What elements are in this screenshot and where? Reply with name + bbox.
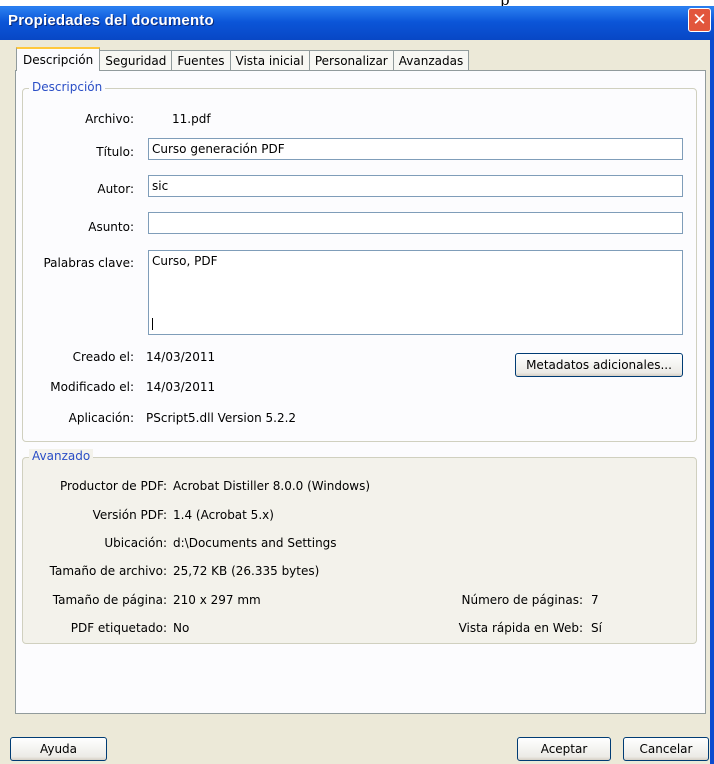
tab-avanzadas[interactable]: Avanzadas <box>392 50 470 71</box>
close-button[interactable]: ✕ <box>688 8 711 32</box>
aplicacion-value: PScript5.dll Version 5.2.2 <box>146 411 297 425</box>
tab-fuentes[interactable]: Fuentes <box>171 50 231 71</box>
aceptar-button[interactable]: Aceptar <box>517 737 611 761</box>
close-icon: ✕ <box>692 10 707 30</box>
titulo-label: Título: <box>96 145 134 159</box>
tamano-pagina-label: Tamaño de página: <box>52 593 167 607</box>
background-window-sliver: p <box>0 0 714 6</box>
ayuda-button[interactable]: Ayuda <box>10 737 107 761</box>
modificado-value: 14/03/2011 <box>146 380 216 394</box>
ubicacion-label: Ubicación: <box>104 536 167 550</box>
ubicacion-value: d:\Documents and Settings <box>173 536 337 550</box>
asunto-label: Asunto: <box>88 220 134 234</box>
avanzado-legend: Avanzado <box>29 449 94 463</box>
vista-rapida-label: Vista rápida en Web: <box>458 621 583 635</box>
background-text: p <box>500 0 510 6</box>
metadatos-adicionales-button[interactable]: Metadatos adicionales... <box>515 353 683 377</box>
cancelar-button[interactable]: Cancelar <box>623 737 709 761</box>
creado-label: Creado el: <box>72 350 134 364</box>
pdf-etiquetado-value: No <box>173 621 190 635</box>
tamano-pagina-value: 210 x 297 mm <box>173 593 261 607</box>
tab-descripcion[interactable]: Descripción <box>16 47 101 71</box>
descripcion-legend: Descripción <box>29 80 106 94</box>
window-right-border <box>710 40 714 764</box>
numero-paginas-label: Número de páginas: <box>461 593 583 607</box>
tab-strip: Descripción Seguridad Fuentes Vista inic… <box>16 47 470 71</box>
titulo-field[interactable] <box>148 138 683 160</box>
title-bar: p Propiedades del documento ✕ <box>0 0 714 40</box>
numero-paginas-value: 7 <box>591 593 599 607</box>
pdf-etiquetado-label: PDF etiquetado: <box>70 621 167 635</box>
productor-value: Acrobat Distiller 8.0.0 (Windows) <box>173 479 371 493</box>
autor-label: Autor: <box>97 182 134 196</box>
productor-label: Productor de PDF: <box>60 479 167 493</box>
autor-field[interactable] <box>148 175 683 197</box>
tamano-archivo-value: 25,72 KB (26.335 bytes) <box>173 564 320 578</box>
palabras-clave-field[interactable]: Curso, PDF <box>148 250 683 335</box>
asunto-field[interactable] <box>148 212 683 234</box>
window-title: Propiedades del documento <box>8 12 214 29</box>
archivo-value: 11.pdf <box>172 112 211 126</box>
tab-vista-inicial[interactable]: Vista inicial <box>229 50 310 71</box>
archivo-label: Archivo: <box>85 112 134 126</box>
modificado-label: Modificado el: <box>50 380 134 394</box>
text-caret <box>152 318 153 330</box>
vista-rapida-value: Sí <box>591 621 602 635</box>
tab-personalizar[interactable]: Personalizar <box>308 50 394 71</box>
aplicacion-label: Aplicación: <box>68 411 134 425</box>
palabras-clave-value: Curso, PDF <box>152 254 218 268</box>
version-value: 1.4 (Acrobat 5.x) <box>173 508 274 522</box>
tab-seguridad[interactable]: Seguridad <box>99 50 173 71</box>
creado-value: 14/03/2011 <box>146 350 216 364</box>
palabras-clave-label: Palabras clave: <box>43 256 134 270</box>
version-label: Versión PDF: <box>92 508 167 522</box>
tamano-archivo-label: Tamaño de archivo: <box>49 564 167 578</box>
